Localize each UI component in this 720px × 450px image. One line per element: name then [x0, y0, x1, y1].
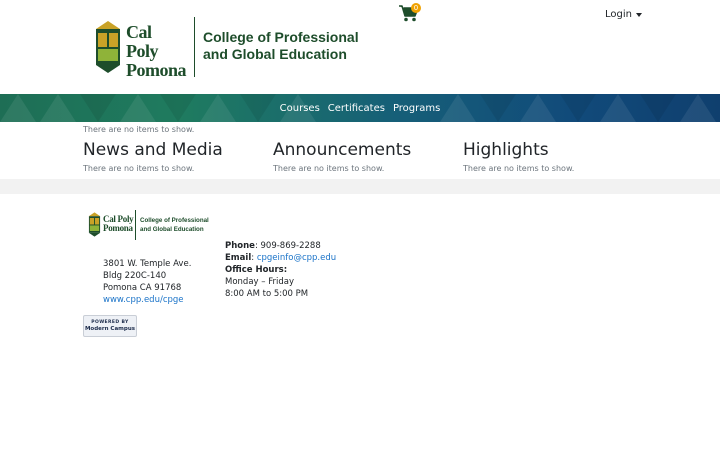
- section-empty-message: There are no items to show.: [83, 164, 195, 173]
- footer-logo[interactable]: Cal Poly Pomona College of Professional …: [88, 210, 210, 240]
- email-row: Email: cpgeinfo@cpp.edu: [225, 253, 337, 263]
- logo-word-calpoly: Cal Poly: [126, 22, 159, 61]
- main-navbar: Courses Certificates Programs: [0, 94, 720, 122]
- logo-divider: [194, 17, 195, 77]
- cpp-cpge-logo[interactable]: Cal Poly Pomona College of Professional …: [94, 17, 359, 80]
- section-divider-band: [0, 179, 720, 194]
- address-line2: Bldg 220C-140: [103, 271, 167, 281]
- address-line1: 3801 W. Temple Ave.: [103, 259, 192, 269]
- caret-down-icon: [635, 12, 642, 17]
- empty-message: There are no items to show.: [83, 125, 195, 134]
- login-label: Login: [605, 9, 632, 20]
- phone-label: Phone: [225, 241, 255, 251]
- cpp-seal-icon: [88, 211, 101, 238]
- footer-logo-divider: [135, 210, 136, 240]
- nav-programs[interactable]: Programs: [393, 103, 440, 114]
- address-line3: Pomona CA 91768: [103, 283, 182, 293]
- cart-count-badge: 0: [411, 3, 421, 13]
- phone-number: 909-869-2288: [260, 241, 321, 251]
- footer-college-line2: and Global Education: [140, 226, 204, 233]
- footer-address: 3801 W. Temple Ave. Bldg 220C-140 Pomona…: [103, 258, 191, 306]
- email-link[interactable]: cpgeinfo@cpp.edu: [257, 253, 336, 263]
- highlights-section: Highlights There are no items to show.: [463, 140, 643, 173]
- announcements-section: Announcements There are no items to show…: [273, 140, 453, 173]
- nav-courses[interactable]: Courses: [280, 103, 320, 114]
- footer-contact: Phone: 909-869-2288 Email: cpgeinfo@cpp.…: [225, 240, 336, 300]
- email-label: Email: [225, 253, 252, 263]
- footer-college-line1: College of Professional: [140, 217, 209, 224]
- website-link[interactable]: www.cpp.edu/cpge: [103, 295, 184, 305]
- office-hours: 8:00 AM to 5:00 PM: [225, 289, 309, 299]
- section-title: News and Media: [83, 140, 223, 160]
- section-empty-message: There are no items to show.: [273, 164, 385, 173]
- logo-college-name: College of Professional and Global Educa…: [203, 29, 363, 63]
- logo-college-line2: and Global Education: [203, 46, 347, 62]
- logo-college-line1: College of Professional: [203, 29, 359, 45]
- footer-logo-word-pomona: Pomona: [103, 223, 133, 233]
- powered-by-modern-campus-badge[interactable]: POWERED BY Modern Campus: [83, 315, 137, 337]
- phone-row: Phone: 909-869-2288: [225, 241, 321, 251]
- office-days: Monday – Friday: [225, 277, 294, 287]
- powered-by-label: POWERED BY: [91, 320, 129, 325]
- section-title: Announcements: [273, 140, 412, 160]
- modern-campus-label: Modern Campus: [84, 326, 136, 332]
- news-and-media-section: News and Media There are no items to sho…: [83, 140, 263, 173]
- office-hours-label-text: Office Hours:: [225, 265, 288, 275]
- logo-word-pomona: Pomona: [126, 60, 187, 80]
- footer-college-name: College of Professional and Global Educa…: [140, 216, 210, 234]
- section-title: Highlights: [463, 140, 549, 160]
- section-empty-message: There are no items to show.: [463, 164, 575, 173]
- nav-certificates[interactable]: Certificates: [328, 103, 385, 114]
- cpp-seal-icon: [94, 21, 122, 73]
- site-header: Cal Poly Pomona College of Professional …: [0, 0, 720, 94]
- login-dropdown[interactable]: Login: [605, 9, 642, 20]
- office-hours-label: Office Hours:: [225, 264, 336, 276]
